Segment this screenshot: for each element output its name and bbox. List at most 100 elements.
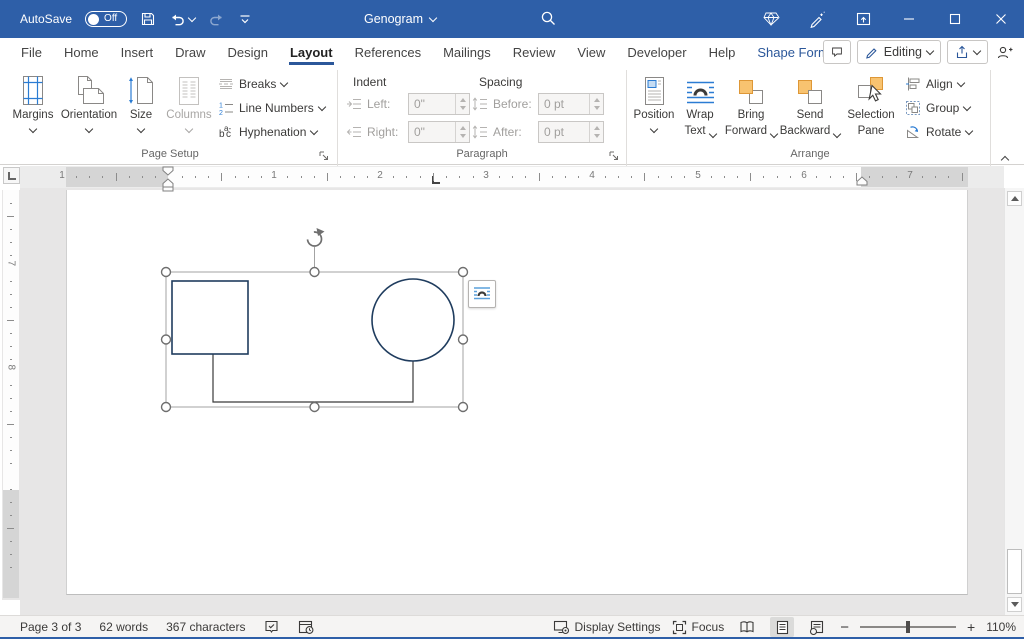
word-count[interactable]: 62 words <box>99 620 148 634</box>
wrap-text-button[interactable]: Wrap Text <box>678 70 722 154</box>
proofing-errors-button[interactable] <box>263 619 280 635</box>
tab-design[interactable]: Design <box>217 38 279 66</box>
tab-insert[interactable]: Insert <box>110 38 165 66</box>
indent-right-field[interactable]: 0" <box>408 121 470 143</box>
close-button[interactable] <box>978 0 1024 38</box>
selection-pane-label-2: Pane <box>858 125 885 138</box>
columns-button[interactable]: Columns <box>164 70 214 154</box>
web-layout-button[interactable] <box>805 617 829 637</box>
maximize-icon <box>949 13 961 25</box>
zoom-slider[interactable] <box>860 626 956 628</box>
spacing-after-spinner[interactable] <box>589 122 603 142</box>
document-page[interactable] <box>66 190 968 595</box>
focus-label: Focus <box>692 620 725 634</box>
tab-help[interactable]: Help <box>698 38 747 66</box>
title-chevron-icon <box>429 13 437 21</box>
maximize-button[interactable] <box>932 0 978 38</box>
tab-view[interactable]: View <box>566 38 616 66</box>
bring-forward-button[interactable]: Bring Forward <box>724 70 778 154</box>
scroll-up-button[interactable] <box>1007 191 1022 206</box>
spacing-before-spinner[interactable] <box>589 94 603 114</box>
layout-options-button[interactable] <box>468 280 496 308</box>
zoom-in-button[interactable]: + <box>967 619 975 635</box>
print-layout-button[interactable] <box>770 617 794 637</box>
comment-icon <box>831 45 843 59</box>
search-button[interactable] <box>540 10 557 27</box>
customize-toolbar-button[interactable] <box>238 12 252 26</box>
ribbon-display-options-button[interactable] <box>840 0 886 38</box>
spacing-after-field[interactable]: 0 pt <box>538 121 604 143</box>
paragraph-dialog-launcher[interactable] <box>608 150 620 162</box>
vertical-ruler[interactable]: 7 8 <box>2 190 20 600</box>
tab-selector[interactable] <box>3 167 20 184</box>
tab-home[interactable]: Home <box>53 38 110 66</box>
zoom-out-button[interactable]: − <box>840 619 849 636</box>
tab-mailings[interactable]: Mailings <box>432 38 502 66</box>
spacing-before-row: Before: 0 pt <box>472 92 604 116</box>
comments-button[interactable] <box>823 40 851 64</box>
ribbon-tabs: File Home Insert Draw Design Layout Refe… <box>10 38 851 66</box>
people-button[interactable] <box>994 40 1016 64</box>
scrollbar-thumb[interactable] <box>1007 549 1022 594</box>
character-count[interactable]: 367 characters <box>166 620 245 634</box>
tab-review[interactable]: Review <box>502 38 567 66</box>
margins-button[interactable]: Margins <box>8 70 58 154</box>
horizontal-ruler[interactable]: 1 1 2 3 4 5 6 7 <box>20 166 1004 188</box>
zoom-slider-thumb[interactable] <box>906 621 910 633</box>
right-indent-marker[interactable] <box>855 176 869 188</box>
rotate-chevron-icon <box>965 126 973 134</box>
minimize-button[interactable] <box>886 0 932 38</box>
group-icon <box>905 100 921 116</box>
spacing-before-field[interactable]: 0 pt <box>538 93 604 115</box>
display-settings-button[interactable]: Display Settings <box>553 619 661 635</box>
tab-file[interactable]: File <box>10 38 53 66</box>
redo-button[interactable] <box>208 11 225 27</box>
document-title-button[interactable]: Genogram <box>335 0 465 38</box>
undo-button[interactable] <box>169 11 195 27</box>
hyphenation-button[interactable]: b c a- Hyphenation <box>218 121 317 143</box>
line-numbers-button[interactable]: 1 2 Line Numbers <box>218 97 325 119</box>
zoom-level[interactable]: 110% <box>986 620 1016 634</box>
selection-pane-button[interactable]: Selection Pane <box>842 70 900 154</box>
ruler-number: 5 <box>692 170 704 181</box>
collapse-ribbon-icon <box>1001 156 1009 164</box>
tab-layout[interactable]: Layout <box>279 38 344 66</box>
macro-icon <box>298 619 315 635</box>
read-mode-button[interactable] <box>735 617 759 637</box>
page-count[interactable]: Page 3 of 3 <box>20 620 81 634</box>
align-chevron-icon <box>956 78 964 86</box>
editing-mode-button[interactable]: Editing <box>857 40 941 64</box>
orientation-button[interactable]: Orientation <box>60 70 118 154</box>
indent-left-spinner[interactable] <box>455 94 469 114</box>
display-settings-label: Display Settings <box>575 620 661 634</box>
indent-left-field[interactable]: 0" <box>408 93 470 115</box>
page-setup-dialog-launcher[interactable] <box>318 150 330 162</box>
rotate-button[interactable]: Rotate <box>905 121 972 143</box>
focus-button[interactable]: Focus <box>672 620 725 635</box>
autosave-toggle[interactable]: Off <box>85 11 127 27</box>
arrange-group-label: Arrange <box>720 148 900 160</box>
tab-draw[interactable]: Draw <box>164 38 216 66</box>
size-button[interactable]: Size <box>119 70 163 154</box>
premium-button[interactable] <box>748 0 794 38</box>
draw-pen-button[interactable] <box>794 0 840 38</box>
layout-options-icon <box>473 285 491 303</box>
macro-recording-button[interactable] <box>298 619 315 635</box>
selection-pane-label-1: Selection <box>847 109 894 122</box>
svg-text:a-: a- <box>224 124 231 133</box>
send-backward-button[interactable]: Send Backward <box>780 70 840 154</box>
wrap-text-icon <box>685 79 716 106</box>
breaks-button[interactable]: Breaks <box>218 73 287 95</box>
indent-right-spinner[interactable] <box>455 122 469 142</box>
share-button[interactable] <box>947 40 988 64</box>
tab-developer[interactable]: Developer <box>616 38 697 66</box>
save-button[interactable] <box>140 11 156 27</box>
group-button[interactable]: Group <box>905 97 970 119</box>
position-button[interactable]: Position <box>631 70 677 154</box>
align-button[interactable]: Align <box>905 73 964 95</box>
scroll-down-button[interactable] <box>1007 597 1022 612</box>
indent-markers[interactable] <box>161 166 175 192</box>
indent-right-icon <box>346 124 362 140</box>
tab-references[interactable]: References <box>344 38 432 66</box>
ruler-number: 2 <box>374 170 386 181</box>
